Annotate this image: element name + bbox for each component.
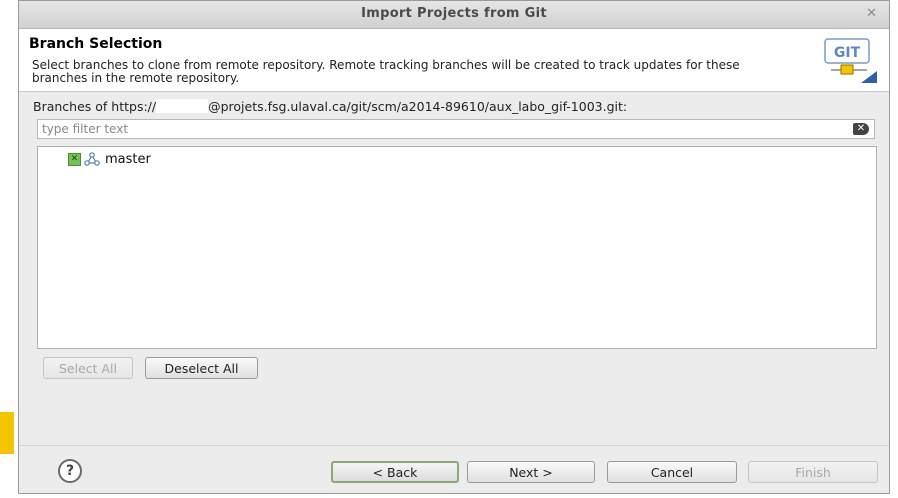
wizard-banner: Branch Selection Select branches to clon… — [19, 29, 889, 92]
branch-list[interactable]: ✕ master — [37, 146, 877, 349]
side-accent — [0, 412, 14, 454]
select-all-button[interactable]: Select All — [43, 357, 133, 379]
branches-label-url: @projets.fsg.ulaval.ca/git/scm/a2014-896… — [208, 99, 628, 114]
title-bar[interactable]: Import Projects from Git ✕ — [19, 1, 889, 29]
back-button[interactable]: < Back — [331, 461, 459, 483]
help-icon[interactable]: ? — [58, 459, 82, 483]
filter-placeholder: type filter text — [42, 122, 129, 136]
deselect-all-button[interactable]: Deselect All — [145, 357, 258, 379]
redacted-username — [156, 99, 209, 113]
branch-label: master — [105, 151, 151, 167]
filter-input[interactable]: type filter text ✕ — [37, 119, 875, 139]
button-bar-divider — [19, 445, 889, 446]
banner-title: Branch Selection — [29, 36, 163, 52]
window-title: Import Projects from Git — [361, 6, 547, 21]
branches-label-prefix: Branches of https:// — [33, 99, 157, 114]
next-button[interactable]: Next > — [467, 461, 595, 483]
banner-description: Select branches to clone from remote rep… — [32, 58, 740, 85]
clear-filter-icon[interactable]: ✕ — [853, 123, 869, 135]
import-dialog: Import Projects from Git ✕ Branch Select… — [18, 0, 890, 494]
git-logo-text: GIT — [834, 45, 861, 61]
branches-label: Branches of https:// @projets.fsg.ulaval.… — [33, 99, 627, 114]
branch-item-master[interactable]: ✕ master — [68, 151, 151, 167]
git-logo-icon: GIT — [824, 38, 877, 83]
branch-icon — [84, 152, 100, 166]
close-icon[interactable]: ✕ — [866, 6, 877, 21]
branch-checkbox[interactable]: ✕ — [68, 152, 81, 166]
cancel-button[interactable]: Cancel — [607, 461, 737, 483]
finish-button[interactable]: Finish — [748, 461, 878, 483]
